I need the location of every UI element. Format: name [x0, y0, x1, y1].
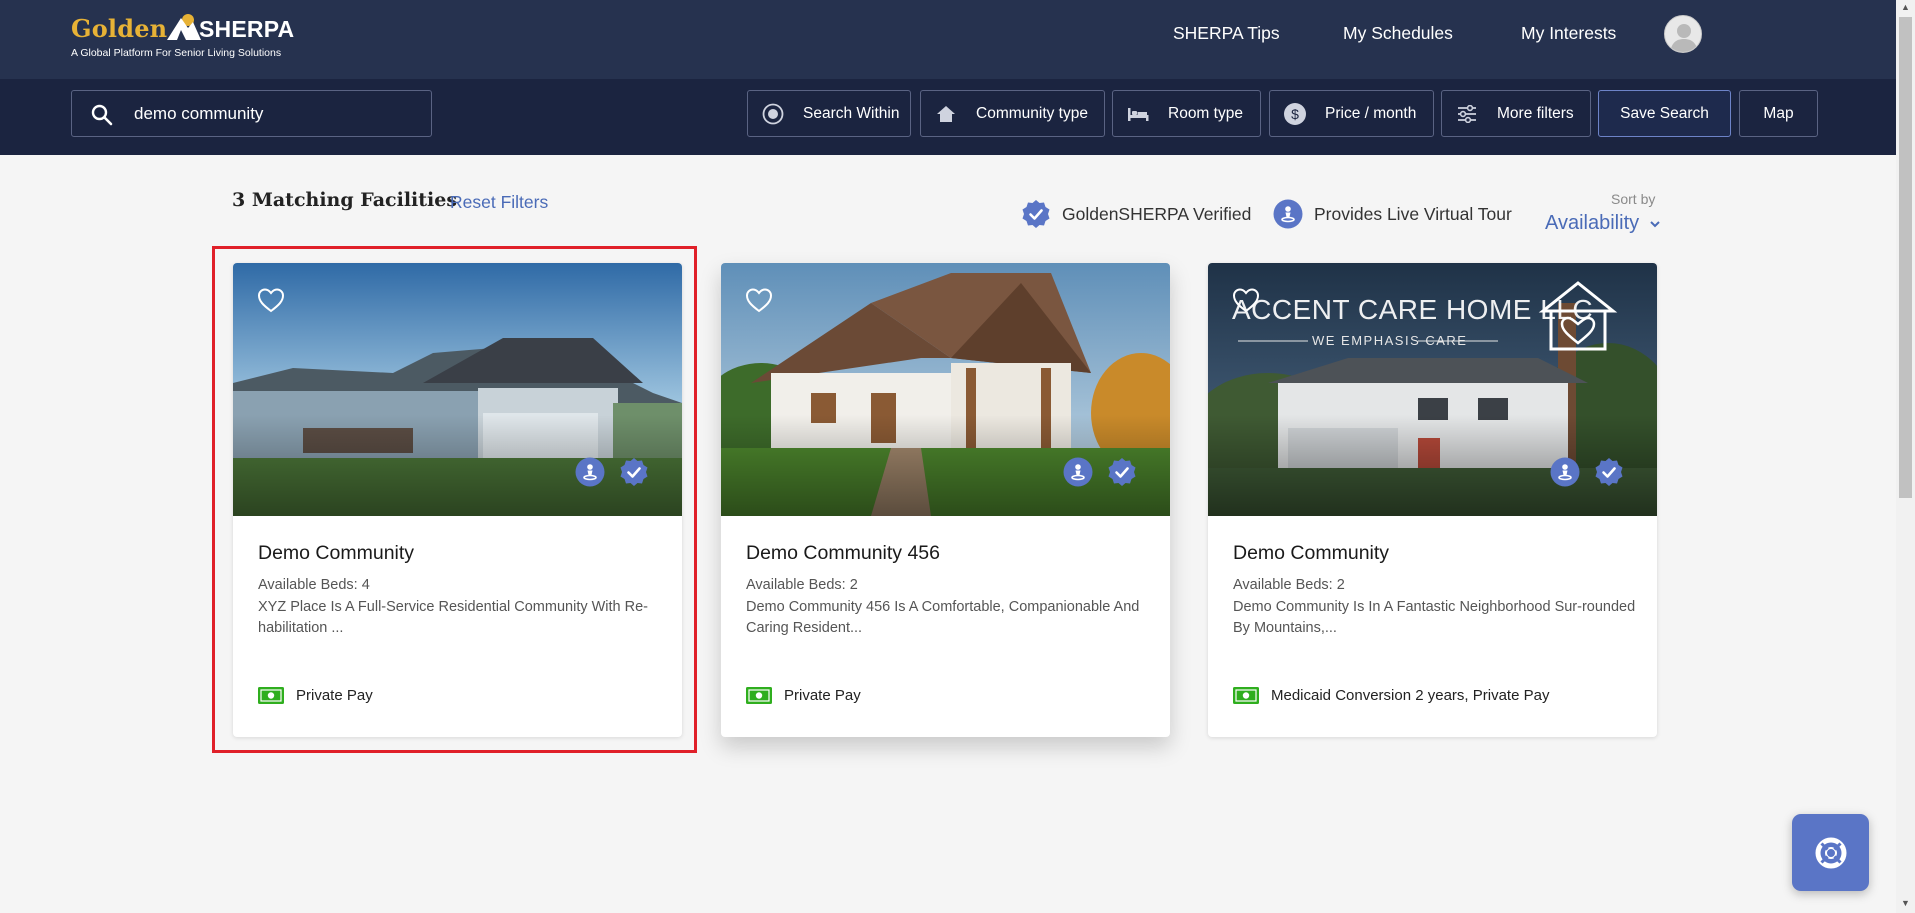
facility-photo [721, 263, 1170, 516]
top-header: Golden SHERPA A Global Platform For Seni… [0, 0, 1915, 79]
legend-virtual-tour: Provides Live Virtual Tour [1273, 199, 1512, 229]
room-type-label: Room type [1168, 104, 1243, 122]
sort-by-value: Availability [1545, 212, 1640, 234]
price-label: Price / month [1325, 104, 1417, 122]
community-type-button[interactable]: Community type [920, 90, 1105, 137]
verified-badge-icon [1022, 200, 1050, 228]
filter-bar: Search Within Community type Room type $… [0, 79, 1915, 155]
logo-sherpa-text: SHERPA [199, 16, 295, 42]
legend-virtual-tour-label: Provides Live Virtual Tour [1314, 203, 1512, 224]
nav-sherpa-tips[interactable]: SHERPA Tips [1173, 23, 1280, 44]
search-within-button[interactable]: Search Within [747, 90, 911, 137]
nav-my-interests[interactable]: My Interests [1521, 23, 1616, 44]
search-box[interactable] [71, 90, 432, 137]
scroll-down-arrow-icon[interactable]: ▼ [1900, 898, 1911, 909]
payment-info: Private Pay [746, 687, 861, 704]
save-search-button[interactable]: Save Search [1598, 90, 1731, 137]
heart-icon[interactable] [745, 287, 773, 313]
facility-card[interactable]: Demo Community 456 Available Beds: 2 Dem… [721, 263, 1170, 737]
facility-description: Demo Community 456 Is A Comfortable, Com… [746, 599, 1140, 636]
virtual-tour-icon [1063, 457, 1093, 487]
money-icon [746, 687, 772, 704]
virtual-tour-icon [1273, 199, 1303, 229]
available-beds: Available Beds: 2 [1233, 577, 1345, 593]
verified-badge-icon [1595, 458, 1623, 486]
room-type-button[interactable]: Room type [1112, 90, 1261, 137]
reset-filters-link[interactable]: Reset Filters [450, 192, 548, 213]
search-input[interactable] [134, 91, 424, 136]
more-filters-label: More filters [1497, 104, 1574, 122]
payment-label: Private Pay [784, 687, 861, 704]
user-avatar[interactable] [1664, 15, 1702, 53]
logo-golden-text: Golden [71, 14, 168, 43]
user-silhouette-icon [1670, 24, 1698, 52]
price-button[interactable]: $ Price / month [1269, 90, 1434, 137]
heart-icon[interactable] [1232, 287, 1260, 313]
dollar-icon: $ [1283, 102, 1307, 126]
scroll-up-arrow-icon[interactable]: ▲ [1900, 2, 1911, 13]
chevron-down-icon [1649, 221, 1660, 228]
verified-badge-icon [1108, 458, 1136, 486]
facility-name[interactable]: Demo Community 456 [746, 542, 940, 565]
photo-sign-title: ACCENT CARE HOME LLC [1232, 294, 1594, 325]
logo-tagline: A Global Platform For Senior Living Solu… [71, 47, 282, 59]
nav-my-schedules[interactable]: My Schedules [1343, 23, 1453, 44]
results-count: 3 Matching Facilities [232, 189, 458, 211]
community-type-label: Community type [976, 104, 1088, 122]
search-icon [91, 104, 113, 126]
mountain-logo-icon [167, 14, 201, 40]
facility-card[interactable]: ACCENT CARE HOME LLC WE EMPHASIS CARE De… [1208, 263, 1657, 737]
map-button[interactable]: Map [1739, 90, 1818, 137]
help-button[interactable] [1792, 814, 1869, 891]
payment-info: Medicaid Conversion 2 years, Private Pay [1233, 687, 1549, 704]
virtual-tour-icon [1550, 457, 1580, 487]
photo-sign-subtitle: WE EMPHASIS CARE [1312, 333, 1468, 348]
available-beds: Available Beds: 2 [746, 577, 858, 593]
legend-verified: GoldenSHERPA Verified [1021, 199, 1251, 229]
selection-highlight [212, 246, 697, 753]
more-filters-button[interactable]: More filters [1441, 90, 1591, 137]
page-scrollbar[interactable]: ▲ ▼ [1896, 0, 1915, 913]
lifebuoy-icon [1815, 837, 1846, 868]
sliders-icon [1455, 102, 1479, 126]
svg-text:$: $ [1291, 106, 1299, 122]
money-icon [1233, 687, 1259, 704]
bed-icon [1126, 102, 1150, 126]
radio-target-icon [761, 102, 785, 126]
scroll-thumb[interactable] [1899, 17, 1912, 498]
legend-verified-label: GoldenSHERPA Verified [1062, 203, 1252, 224]
payment-label: Medicaid Conversion 2 years, Private Pay [1271, 687, 1550, 704]
facility-description: Demo Community Is In A Fantastic Neighbo… [1233, 599, 1636, 636]
home-icon [934, 102, 958, 126]
sort-by-label: Sort by [1611, 191, 1656, 207]
save-search-label: Save Search [1620, 104, 1709, 122]
facility-name[interactable]: Demo Community [1233, 542, 1389, 565]
sort-by-dropdown[interactable]: Availability [1545, 212, 1661, 235]
search-within-label: Search Within [803, 104, 900, 122]
brand-logo[interactable]: Golden SHERPA A Global Platform For Seni… [71, 10, 301, 60]
map-label: Map [1763, 104, 1794, 122]
